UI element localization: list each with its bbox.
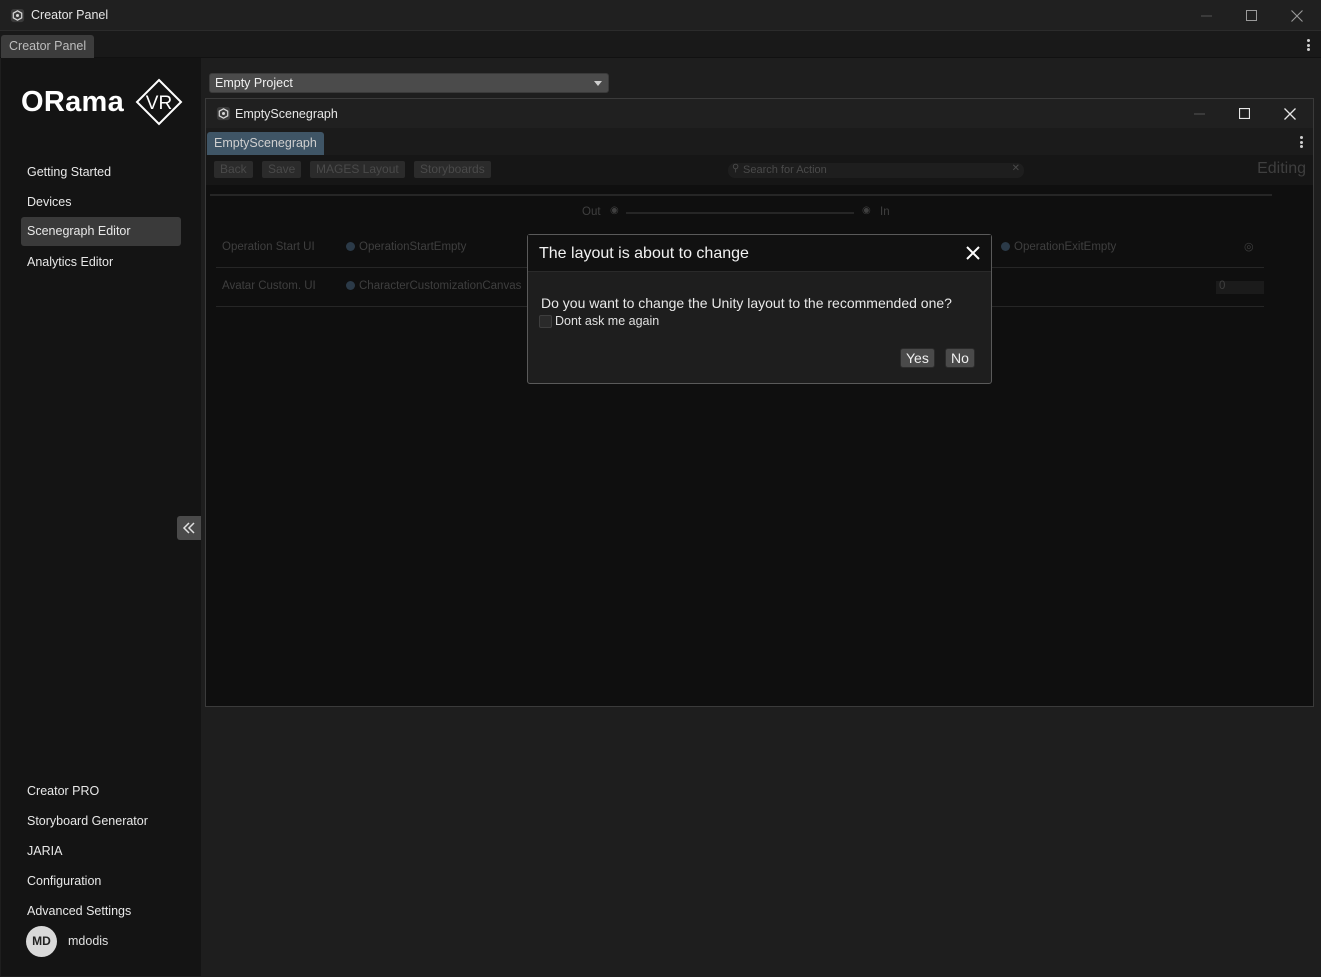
out-port-label: Out [582, 206, 601, 218]
scenegraph-toolbar: Back Save MAGES Layout Storyboards ⚲ Sea… [206, 155, 1313, 185]
scenegraph-tabbar: EmptyScenegraph [206, 128, 1313, 155]
close-icon [1291, 9, 1303, 22]
window-titlebar: Creator Panel [0, 0, 1321, 31]
sidebar-item-devices[interactable]: Devices [21, 188, 181, 217]
sidebar: ORama VR Getting Started Devices Scenegr… [1, 58, 201, 976]
maximize-button[interactable] [1228, 0, 1274, 31]
sidebar-item-creator-pro[interactable]: Creator PRO [21, 777, 181, 806]
dialog-close-button[interactable] [963, 243, 983, 263]
tab-creator-panel[interactable]: Creator Panel [1, 35, 95, 58]
divider [210, 194, 1272, 196]
unity-app-icon [216, 106, 231, 121]
target-icon[interactable]: ◎ [1244, 240, 1254, 253]
orama-vr-logo: ORama VR [21, 78, 186, 138]
maximize-icon [1238, 108, 1250, 119]
out-port-icon[interactable]: ◉ [610, 205, 619, 216]
row-label-operation-start: Operation Start UI [222, 241, 315, 253]
connection-line [626, 212, 854, 214]
save-button[interactable]: Save [262, 161, 302, 178]
minimize-icon [1193, 113, 1205, 115]
project-dropdown-value: Empty Project [215, 76, 293, 90]
sidebar-item-jaria[interactable]: JARIA [21, 837, 181, 866]
scenegraph-close-button[interactable] [1267, 99, 1313, 128]
sidebar-item-storyboard-generator[interactable]: Storyboard Generator [21, 807, 181, 836]
scenegraph-titlebar: EmptyScenegraph [206, 99, 1313, 128]
avatar: MD [26, 925, 57, 957]
dialog-title: The layout is about to change [539, 245, 749, 262]
username: mdodis [68, 934, 109, 948]
dont-ask-again-label: Dont ask me again [555, 314, 660, 328]
prefab-icon [1001, 242, 1010, 251]
prefab-icon [346, 281, 355, 290]
user-profile[interactable]: MD mdodis [26, 925, 108, 957]
number-value: 0 [1219, 280, 1226, 292]
unity-app-icon [10, 8, 25, 23]
search-placeholder: Search for Action [743, 164, 827, 176]
storyboards-button[interactable]: Storyboards [414, 161, 491, 178]
vr-diamond-logo-icon: VR [135, 78, 183, 126]
layout-change-dialog: The layout is about to change Do you wan… [527, 234, 992, 384]
sidebar-item-scenegraph-editor[interactable]: Scenegraph Editor [21, 217, 181, 246]
in-port-icon[interactable]: ◉ [862, 205, 871, 216]
dont-ask-again-checkbox[interactable] [539, 314, 552, 328]
back-button[interactable]: Back [214, 161, 253, 178]
scenegraph-minimize-button[interactable] [1176, 99, 1222, 128]
in-port-label: In [880, 206, 890, 218]
sidebar-item-configuration[interactable]: Configuration [21, 867, 181, 896]
chevron-down-icon [594, 81, 602, 86]
collapse-sidebar-button[interactable] [177, 516, 201, 540]
row-label-avatar-custom: Avatar Custom. UI [222, 280, 316, 292]
action-search-input[interactable]: ⚲ Search for Action ✕ [728, 163, 1024, 178]
object-field-operation-exit[interactable]: OperationExitEmpty [1001, 241, 1116, 253]
yes-button[interactable]: Yes [900, 348, 935, 368]
object-field-character-customization[interactable]: CharacterCustomizationCanvas [346, 280, 521, 292]
minimize-icon [1200, 15, 1212, 17]
sidebar-item-advanced-settings[interactable]: Advanced Settings [21, 897, 181, 926]
dialog-message: Do you want to change the Unity layout t… [541, 295, 952, 311]
dont-ask-again-row: Dont ask me again [539, 314, 659, 328]
logo-wordmark: ORama [21, 86, 125, 118]
dialog-header: The layout is about to change [528, 235, 991, 272]
main-area: Empty Project EmptyScenegraph EmptyScene… [201, 58, 1321, 976]
sidebar-item-analytics-editor[interactable]: Analytics Editor [21, 248, 181, 277]
no-button[interactable]: No [945, 348, 975, 368]
window-title: Creator Panel [31, 8, 109, 22]
clear-search-icon[interactable]: ✕ [1012, 163, 1020, 174]
scenegraph-window-title: EmptyScenegraph [235, 107, 338, 121]
mages-layout-button[interactable]: MAGES Layout [310, 161, 405, 178]
close-icon [966, 246, 980, 260]
close-window-button[interactable] [1274, 0, 1320, 31]
sidebar-item-getting-started[interactable]: Getting Started [21, 158, 181, 187]
mode-label: Editing [1257, 160, 1306, 177]
close-icon [1284, 107, 1296, 120]
project-dropdown[interactable]: Empty Project [209, 73, 609, 93]
double-chevron-left-icon [182, 522, 195, 534]
minimize-button[interactable] [1183, 0, 1229, 31]
scenegraph-maximize-button[interactable] [1221, 99, 1267, 128]
prefab-icon [346, 242, 355, 251]
tab-empty-scenegraph[interactable]: EmptyScenegraph [207, 132, 324, 155]
object-field-operation-start[interactable]: OperationStartEmpty [346, 241, 466, 253]
maximize-icon [1245, 10, 1257, 21]
scenegraph-window: EmptyScenegraph EmptyScenegraph Back Sav… [205, 98, 1314, 707]
more-options-icon[interactable] [1296, 134, 1306, 150]
panel-tabbar: Creator Panel [0, 31, 1321, 58]
more-options-icon[interactable] [1303, 37, 1313, 53]
search-icon: ⚲ [732, 163, 740, 174]
logo-badge-text: VR [146, 93, 172, 114]
